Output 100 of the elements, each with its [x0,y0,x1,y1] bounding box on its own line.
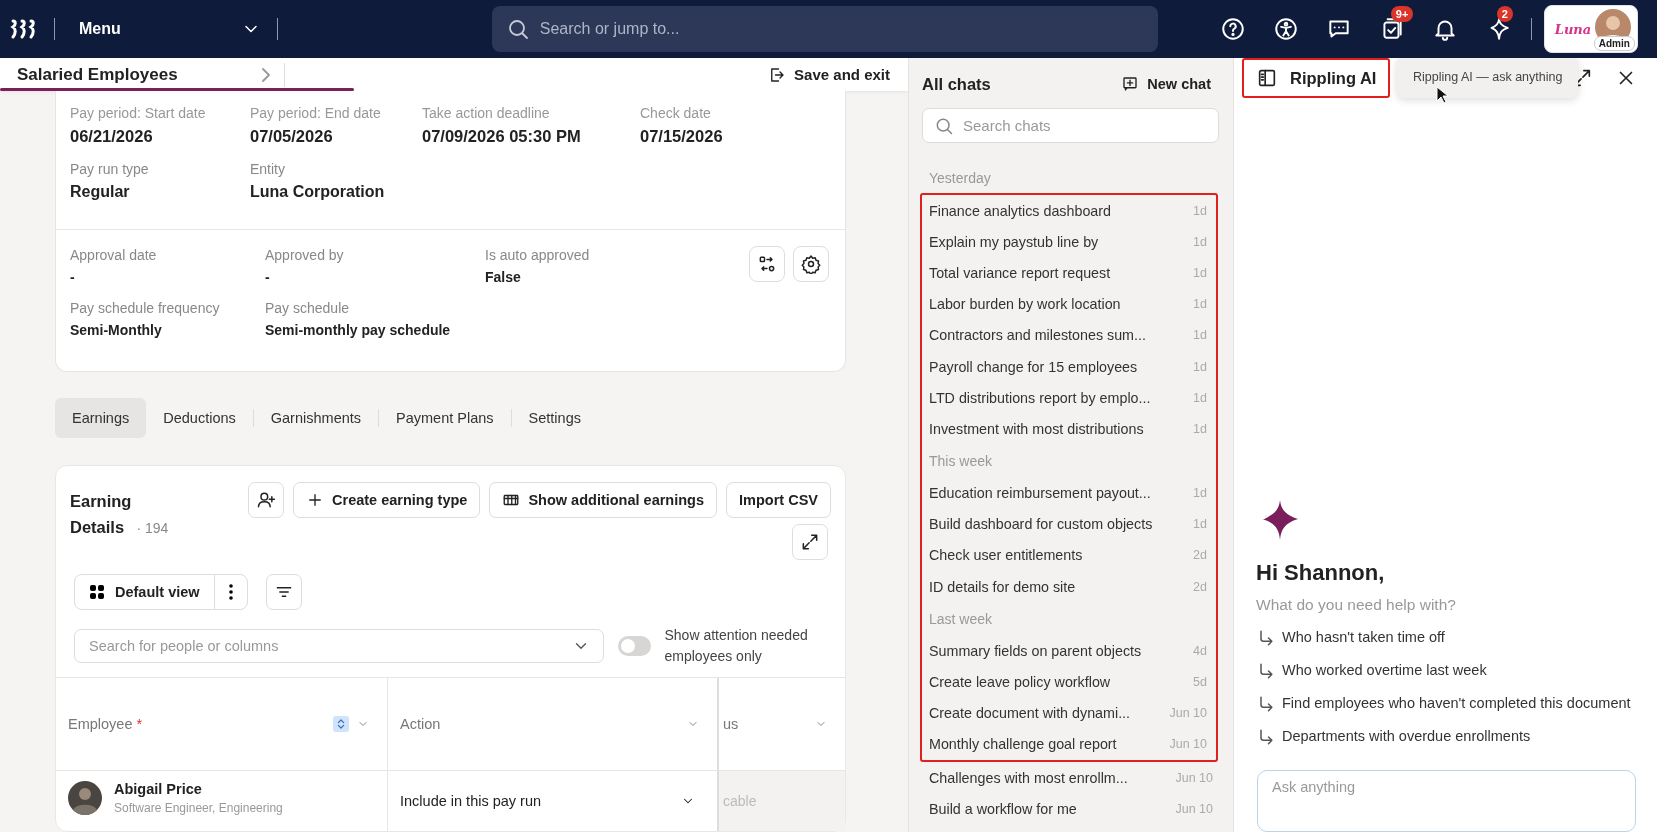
field-label: Entity [250,161,286,177]
ask-field[interactable]: Ask anything [1257,770,1636,832]
table-cell: cable [717,771,845,831]
add-person-button[interactable] [248,482,284,518]
new-chat-button[interactable]: New chat [1121,75,1211,93]
menu-button[interactable]: Menu [71,19,261,39]
chat-item[interactable]: Total variance report request 1d [922,257,1216,289]
field-value: - [70,269,76,285]
breadcrumb-title[interactable]: Salaried Employees [17,64,270,85]
help-icon[interactable] [1219,16,1246,42]
chat-item[interactable]: Challenges with most enrollm... Jun 10 [922,762,1221,794]
field-label: Is auto approved [485,247,591,263]
search-field[interactable]: Search for people or columns [74,629,604,663]
field-label: Pay run type [70,161,150,177]
add-person-icon [256,490,276,510]
toggle-label: Show attention needed employees only [664,626,809,666]
field-label: Check date [640,105,712,121]
cursor-icon [1436,86,1448,104]
workflow-icon [757,254,777,274]
chat-item[interactable]: LTD distributions report by emplo... 1d [922,382,1216,414]
company-logo: Luna [1554,21,1592,37]
field-value: Semi-Monthly [70,322,163,338]
search-field[interactable]: Search or jump to... [491,6,1158,52]
field-value: 07/05/2026 [250,127,334,146]
chat-item[interactable]: Build a workflow for me Jun 10 [922,793,1221,825]
search-field[interactable]: Search chats [922,108,1219,143]
suggestion-link[interactable]: Find employees who haven't completed this document [1256,692,1657,715]
field-label: Approved by [265,247,345,263]
chat-item[interactable]: Monthly challenge goal report Jun 10 [922,728,1216,760]
tab[interactable]: Garnishments [253,398,379,438]
section-label: This week [928,452,994,471]
account-button[interactable]: Luna Admin [1543,5,1638,53]
chat-item[interactable]: Create leave policy workflow 5d [922,666,1216,698]
toolbar-button[interactable]: Show additional earnings [489,482,718,518]
save-and-exit-button[interactable]: Save and exit [768,65,890,84]
settings-button[interactable] [793,246,829,282]
role-badge: Admin [1593,36,1635,51]
section-label: Yesterday [928,168,992,188]
section-label: Last week [928,609,994,629]
field-label: Pay schedule frequency [70,300,221,316]
suggestion-link[interactable]: Departments with overdue enrollments [1256,725,1657,748]
settings-icon [801,254,821,274]
action-dropdown[interactable]: Include in this pay run [400,793,705,809]
chevron-right-icon [261,67,270,82]
field-value: 07/15/2026 [640,127,724,146]
filter-button[interactable] [265,574,302,610]
chat-item[interactable]: Summary fields on parent objects 4d [922,635,1216,667]
chat-item[interactable]: Explain my paystub line by 1d [922,226,1216,258]
suggestion-link[interactable]: Who worked overtime last week [1256,659,1657,682]
employee-title: Software Engineer, Engineering [114,801,283,815]
chat-item[interactable]: Create document with dynami... Jun 10 [922,697,1216,729]
field-label: Pay period: End date [250,105,382,121]
field-label: Take action deadline [422,105,551,121]
tab[interactable]: Deductions [146,398,253,438]
more-icon[interactable] [228,584,233,600]
greeting: Hi Shannon, [1256,560,1386,586]
toolbar-button[interactable]: Create earning type [293,482,481,518]
avatar-icon [68,781,102,815]
expand-button[interactable] [792,524,828,560]
field-value: 07/09/2026 05:30 PM [422,127,582,146]
chat-item[interactable]: Build dashboard for custom objects 1d [922,508,1216,540]
field-label: Pay period: Start date [70,105,207,121]
chat-item[interactable]: ID details for demo site 2d [922,571,1216,603]
new-chat-icon [1121,75,1140,93]
search-icon [934,116,954,136]
chat-item[interactable]: Contractors and milestones sum... 1d [922,319,1216,351]
tab[interactable]: Payment Plans [379,398,511,438]
suggestion-link[interactable]: Who hasn't taken time off [1256,626,1657,649]
chat-item[interactable]: Labor burden by work location 1d [922,288,1216,320]
column-header[interactable]: Action [387,678,717,770]
chat-item[interactable]: Finance analytics dashboard 1d [922,195,1216,227]
tab[interactable]: Settings [511,398,598,438]
toggle-switch[interactable] [618,636,651,656]
field-value: 06/21/2026 [70,127,154,146]
panel-title: All chats [922,74,991,94]
chat-item[interactable]: Payroll change for 15 employees 1d [922,350,1216,383]
plus-icon [306,491,324,509]
field-value: False [485,269,522,285]
employee-name: Abigail Price [114,781,203,797]
field-value: - [265,269,271,285]
field-label: Pay schedule [265,300,351,316]
exit-icon [768,65,787,84]
chat-item[interactable]: Check user entitlements 2d [922,539,1216,572]
sidebar-icon [1256,67,1278,89]
chat-item[interactable]: Investment with most distributions 1d [922,413,1216,445]
workflow-button[interactable] [749,246,785,282]
count: · 194 [136,519,169,538]
toolbar-button[interactable]: Import CSV [726,482,831,518]
section-title: Earning Details [70,491,132,538]
chat-item[interactable]: Education reimbursement payout... 1d [922,477,1216,509]
column-header[interactable]: Employee * [56,678,387,770]
logo-icon[interactable] [10,18,38,40]
accessibility-icon[interactable] [1272,16,1299,42]
panel-title-button[interactable]: Rippling AI [1242,58,1391,98]
field-value: Regular [70,183,131,201]
view-selector[interactable]: Default view [74,574,248,610]
tab[interactable]: Earnings [55,398,147,438]
prompt-text: What do you need help with? [1256,596,1457,614]
notification-badge: 9+ [1390,6,1414,22]
sort-icon[interactable] [333,716,349,732]
